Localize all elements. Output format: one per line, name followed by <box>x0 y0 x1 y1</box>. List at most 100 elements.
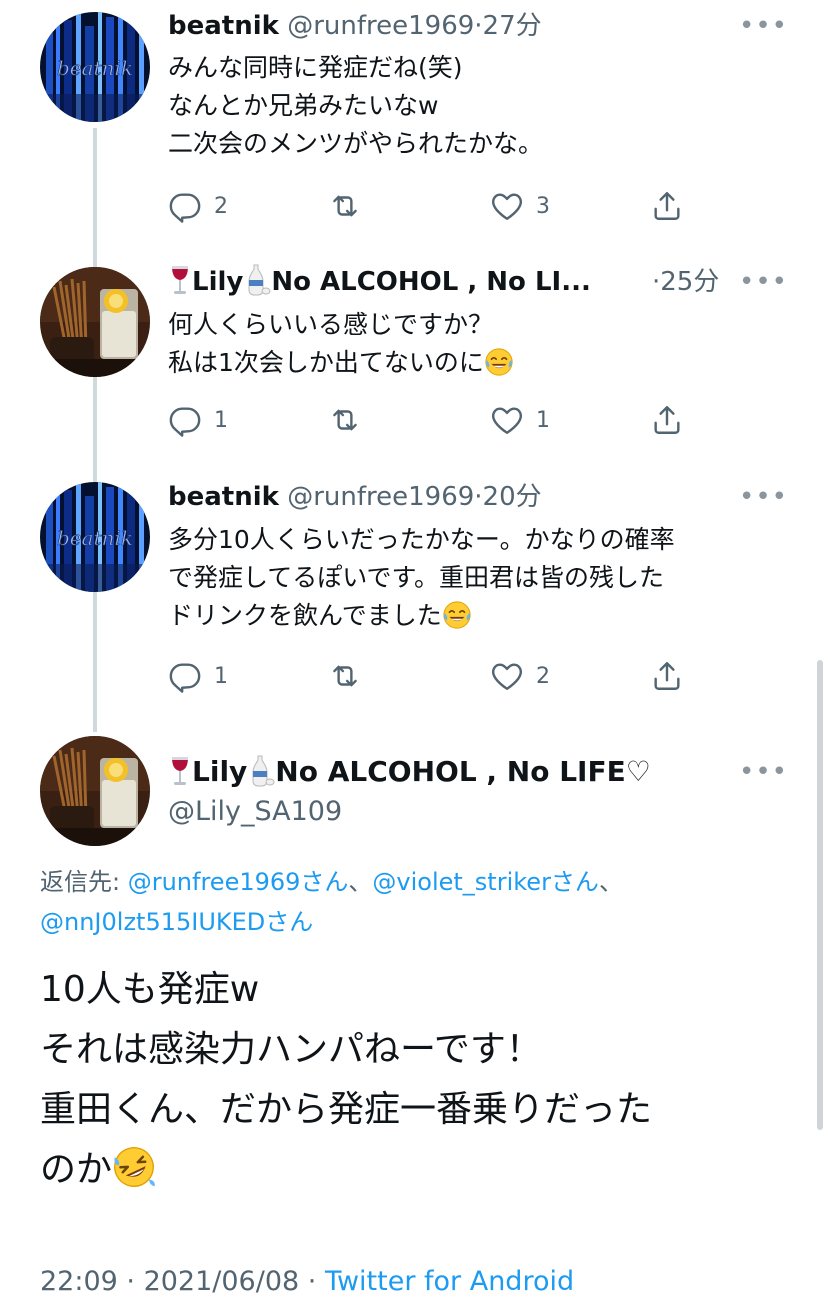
timestamp[interactable]: 20分 <box>483 482 542 512</box>
action-bar: 1 1 <box>168 400 688 440</box>
tweet-text: 10人も発症w それは感染力ハンパねーです！ 重田くん、だから発症一番乗りだった… <box>40 960 788 1200</box>
reply-tweet[interactable]: beatnik @runfree1969·27分 ••• みんな同時に発症だね(… <box>0 0 828 250</box>
client-source[interactable]: Twitter for Android <box>325 1266 574 1297</box>
reply-button[interactable]: 1 <box>168 400 228 440</box>
tweet-date[interactable]: 2021/06/08 <box>144 1266 300 1297</box>
text-line: で発症してるぽいです。重田君は皆の残した <box>168 563 665 592</box>
retweet-button[interactable] <box>328 656 362 696</box>
replying-to: 返信先: @runfree1969さん、@violet_strikerさん、 @… <box>40 862 788 942</box>
share-button[interactable] <box>650 400 684 440</box>
more-icon[interactable]: ••• <box>739 8 788 44</box>
text-fragment: のか <box>40 1149 113 1190</box>
text-line: みんな同時に発症だね(笑) <box>168 53 463 82</box>
more-icon[interactable]: ••• <box>739 479 788 515</box>
avatar[interactable] <box>40 12 150 122</box>
reply-tweet[interactable]: Lily No ALCOHOL , No LI... ·25分 ••• 何人くらい… <box>0 255 828 470</box>
reply-count: 1 <box>214 663 228 689</box>
text-fragment: 私は1次会しか出てないのに <box>168 348 484 377</box>
retweet-icon <box>328 403 362 437</box>
reply-count: 2 <box>214 193 228 219</box>
wine-glass-icon <box>168 755 192 787</box>
user-handle[interactable]: @runfree1969 <box>287 482 474 512</box>
display-name-suffix: No ALCOHOL , No LIFE♡ <box>275 755 651 788</box>
heart-icon <box>490 403 524 437</box>
reply-separator: 、 <box>598 868 623 896</box>
more-icon[interactable]: ••• <box>739 264 788 300</box>
like-count: 3 <box>536 193 550 219</box>
tweet-text: 何人くらいいる感じですか？ 私は1次会しか出てないのに <box>168 306 784 382</box>
share-icon <box>650 403 684 437</box>
text-line: 何人くらいいる感じですか？ <box>168 310 494 339</box>
avatar[interactable] <box>40 736 150 846</box>
share-icon <box>650 189 684 223</box>
action-bar: 1 2 <box>168 656 688 696</box>
reply-button[interactable]: 2 <box>168 186 228 226</box>
share-icon <box>650 659 684 693</box>
timestamp[interactable]: 27分 <box>483 11 542 41</box>
tears-of-joy-emoji <box>442 600 472 630</box>
display-name-row[interactable]: Lily No ALCOHOL , No LIFE♡ <box>168 754 738 790</box>
text-line: ドリンクを飲んでました <box>168 597 788 635</box>
reply-mention[interactable]: @nnJ0lzt515IUKEDさん <box>40 908 313 936</box>
tweet-header: beatnik @runfree1969·27分 <box>168 8 788 44</box>
display-name-suffix[interactable]: No ALCOHOL , No LI... <box>271 267 591 297</box>
sake-bottle-icon <box>243 264 271 296</box>
text-line: 10人も発症w <box>40 969 260 1010</box>
separator: · <box>474 11 483 41</box>
tweet-meta: ·25分 <box>652 264 719 300</box>
like-count: 1 <box>536 407 550 433</box>
retweet-icon <box>328 659 362 693</box>
text-fragment: ドリンクを飲んでました <box>168 601 442 630</box>
retweet-button[interactable] <box>328 400 362 440</box>
display-name[interactable]: beatnik <box>168 11 279 41</box>
heart-icon <box>490 659 524 693</box>
tweet-header: Lily No ALCOHOL , No LI... <box>168 264 728 300</box>
display-name[interactable]: beatnik <box>168 482 279 512</box>
tears-of-joy-emoji <box>484 347 514 377</box>
tweet-time[interactable]: 22:09 <box>40 1266 118 1297</box>
text-line: 私は1次会しか出てないのに <box>168 344 784 382</box>
tweet-header: beatnik @runfree1969·20分 <box>168 479 788 515</box>
tweet-text: 多分10人くらいだったかなー。かなりの確率 で発症してるぽいです。重田君は皆の残… <box>168 521 788 635</box>
reply-icon <box>168 659 202 693</box>
display-name: Lily <box>192 755 248 788</box>
text-line: それは感染力ハンパねーです！ <box>40 1029 542 1070</box>
separator: · <box>474 482 483 512</box>
timestamp[interactable]: 25分 <box>660 267 719 297</box>
avatar[interactable] <box>40 482 150 592</box>
focused-tweet: Lily No ALCOHOL , No LIFE♡ ••• @Lily_SA10… <box>0 730 828 1305</box>
reply-mention[interactable]: @runfree1969さん <box>128 868 349 896</box>
display-name[interactable]: Lily <box>192 267 243 297</box>
text-line: 二次会のメンツがやられたかな。 <box>168 129 544 158</box>
user-handle[interactable]: @Lily_SA109 <box>168 794 342 830</box>
retweet-button[interactable] <box>328 186 362 226</box>
user-handle[interactable]: @runfree1969 <box>287 11 474 41</box>
like-button[interactable]: 3 <box>490 186 550 226</box>
tweet-meta: 22:09 · 2021/06/08 · Twitter for Android <box>40 1262 574 1302</box>
share-button[interactable] <box>650 656 684 696</box>
reply-mention[interactable]: @violet_strikerさん <box>372 868 599 896</box>
separator: · <box>117 1266 144 1297</box>
tweet-text: みんな同時に発症だね(笑) なんとか兄弟みたいなw 二次会のメンツがやられたかな… <box>168 49 784 163</box>
heart-icon <box>490 189 524 223</box>
separator: · <box>299 1266 325 1297</box>
like-button[interactable]: 2 <box>490 656 550 696</box>
reply-icon <box>168 189 202 223</box>
like-button[interactable]: 1 <box>490 400 550 440</box>
reply-button[interactable]: 1 <box>168 656 228 696</box>
text-line: 多分10人くらいだったかなー。かなりの確率 <box>168 525 675 554</box>
reply-separator: 、 <box>348 868 373 896</box>
rolling-on-floor-laughing-emoji <box>112 1145 156 1189</box>
sake-bottle-icon <box>247 755 275 787</box>
wine-glass-icon <box>168 264 192 296</box>
text-line: 重田くん、だから発症一番乗りだった <box>40 1089 653 1130</box>
avatar[interactable] <box>40 267 150 377</box>
text-line: なんとか兄弟みたいなw <box>168 91 439 120</box>
like-count: 2 <box>536 663 550 689</box>
more-icon[interactable]: ••• <box>739 754 788 790</box>
share-button[interactable] <box>650 186 684 226</box>
retweet-icon <box>328 189 362 223</box>
reply-icon <box>168 403 202 437</box>
scrollbar[interactable] <box>817 660 823 1130</box>
reply-tweet[interactable]: beatnik @runfree1969·20分 ••• 多分10人くらいだった… <box>0 470 828 720</box>
